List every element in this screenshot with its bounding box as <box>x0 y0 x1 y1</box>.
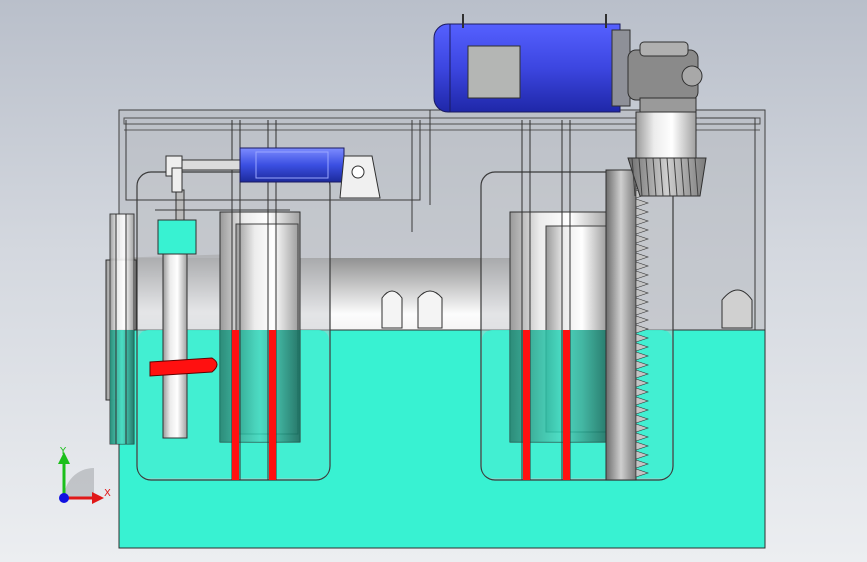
motor-terminal-box <box>467 45 521 99</box>
left-red-pipe-a <box>232 330 239 480</box>
cad-viewport[interactable]: Y X <box>0 0 867 562</box>
right-red-pipe-b <box>563 330 570 480</box>
drive-motor <box>433 14 631 113</box>
left-red-pipe-b <box>269 330 276 480</box>
triad-y-label: Y <box>59 446 67 457</box>
coordinate-triad-icon: Y X <box>58 446 111 504</box>
assembly-drawing: Y X <box>58 14 766 549</box>
right-red-pipe-a <box>523 330 530 480</box>
brake-block <box>157 219 197 255</box>
triad-x-label: X <box>104 488 111 499</box>
bevel-pinion <box>627 111 707 197</box>
left-ring-plates <box>109 213 135 445</box>
gearbox <box>627 41 703 113</box>
